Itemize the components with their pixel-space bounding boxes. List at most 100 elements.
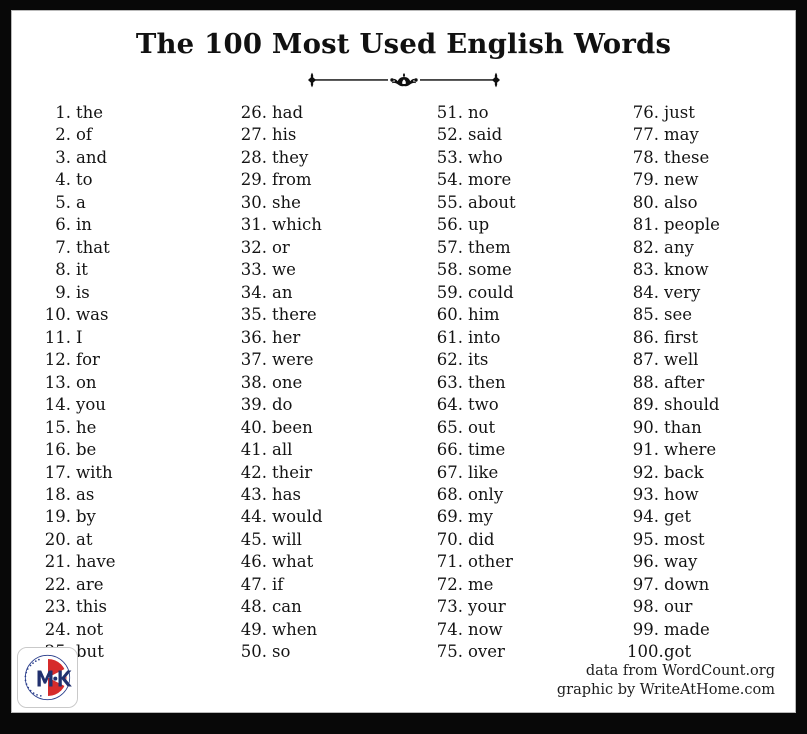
word-rank: 47. <box>240 574 267 594</box>
list-item: 55. about <box>431 192 600 214</box>
word-rank: 66. <box>436 440 463 460</box>
word-rank: 3. <box>55 147 71 167</box>
word-rank: 34. <box>240 282 267 302</box>
list-item: 71. other <box>431 551 600 573</box>
word-text: where <box>664 440 717 460</box>
word-text: he <box>76 417 97 437</box>
word-text: do <box>272 395 293 415</box>
word-text: no <box>468 103 489 122</box>
word-text: him <box>468 305 500 325</box>
word-text: what <box>272 552 314 572</box>
word-rank: 63. <box>436 372 463 392</box>
word-text: I <box>76 327 83 347</box>
word-text: would <box>272 507 323 527</box>
list-item: 20. at <box>39 529 208 551</box>
word-text: most <box>664 529 705 549</box>
poster-footer: data from WordCount.org graphic by Write… <box>12 636 795 712</box>
word-rank: 7. <box>55 237 71 257</box>
attribution: data from WordCount.org graphic by Write… <box>557 662 775 700</box>
word-text: these <box>664 147 710 167</box>
word-text: said <box>468 125 503 145</box>
word-rank: 58. <box>436 260 463 280</box>
word-text: from <box>272 170 312 190</box>
data-credit: data from WordCount.org <box>585 663 775 679</box>
word-rank: 83. <box>632 260 659 280</box>
word-text: there <box>272 305 317 325</box>
word-text: get <box>664 507 691 527</box>
word-rank: 44. <box>240 507 267 527</box>
word-text: time <box>468 440 506 460</box>
list-item: 28. they <box>235 147 404 169</box>
word-text: also <box>664 192 698 212</box>
word-rank: 36. <box>240 327 267 347</box>
word-text: this <box>76 597 108 617</box>
list-item: 33. we <box>235 259 404 281</box>
list-item: 53. who <box>431 147 600 169</box>
word-text: people <box>664 215 720 235</box>
word-text: our <box>664 597 693 617</box>
list-item: 83. know <box>627 259 795 281</box>
word-text: first <box>664 327 698 347</box>
word-text: well <box>664 350 699 370</box>
word-rank: 61. <box>436 327 463 347</box>
word-rank: 64. <box>436 395 463 415</box>
column-2: 26. had 27. his 28. they 29. from 30. she 31. which… <box>208 102 404 664</box>
word-text: has <box>272 484 301 504</box>
list-item: 3. and <box>39 147 208 169</box>
word-rank: 38. <box>240 372 267 392</box>
mk-logo-icon <box>18 648 77 707</box>
list-item: 58. some <box>431 259 600 281</box>
list-item: 43. has <box>235 484 404 506</box>
word-rank: 53. <box>436 147 463 167</box>
list-item: 68. only <box>431 484 600 506</box>
word-text: is <box>76 282 90 302</box>
word-text: will <box>272 529 302 549</box>
list-item: 66. time <box>431 439 600 461</box>
word-text: in <box>76 215 92 235</box>
word-text: can <box>272 597 302 617</box>
list-item: 51. no <box>431 102 600 124</box>
list-item: 92. back <box>627 462 795 484</box>
poster-frame: The 100 Most Used English Words 1. the 2… <box>0 0 807 734</box>
word-text: and <box>76 147 108 167</box>
list-item: 84. very <box>627 282 795 304</box>
word-rank: 13. <box>44 372 71 392</box>
list-item: 70. did <box>431 529 600 551</box>
word-rank: 85. <box>632 305 659 325</box>
word-text: me <box>468 574 494 594</box>
word-rank: 89. <box>632 395 659 415</box>
list-item: 22. are <box>39 574 208 596</box>
word-rank: 65. <box>436 417 463 437</box>
list-item: 67. like <box>431 462 600 484</box>
list-item: 39. do <box>235 394 404 416</box>
word-rank: 72. <box>436 574 463 594</box>
list-item: 69. my <box>431 506 600 528</box>
word-text: down <box>664 574 710 594</box>
word-rank: 54. <box>436 170 463 190</box>
word-rank: 82. <box>632 237 659 257</box>
word-text: up <box>468 215 490 235</box>
list-item: 62. its <box>431 349 600 371</box>
word-rank: 88. <box>632 372 659 392</box>
word-rank: 59. <box>436 282 463 302</box>
word-rank: 23. <box>44 597 71 617</box>
word-rank: 27. <box>240 125 267 145</box>
word-rank: 90. <box>632 417 659 437</box>
word-text: how <box>664 484 699 504</box>
word-text: its <box>468 350 489 370</box>
list-item: 15. he <box>39 417 208 439</box>
list-item: 37. were <box>235 349 404 371</box>
word-rank: 93. <box>632 484 659 504</box>
word-rank: 71. <box>436 552 463 572</box>
word-rank: 33. <box>240 260 267 280</box>
list-item: 78. these <box>627 147 795 169</box>
column-3: 51. no 52. said 53. who 54. more 55. about 56. up 57… <box>404 102 600 664</box>
list-item: 44. would <box>235 506 404 528</box>
word-text: that <box>76 237 110 257</box>
word-text: only <box>468 484 504 504</box>
word-rank: 69. <box>436 507 463 527</box>
word-text: see <box>664 305 692 325</box>
list-item: 7. that <box>39 237 208 259</box>
list-item: 80. also <box>627 192 795 214</box>
word-rank: 73. <box>436 597 463 617</box>
